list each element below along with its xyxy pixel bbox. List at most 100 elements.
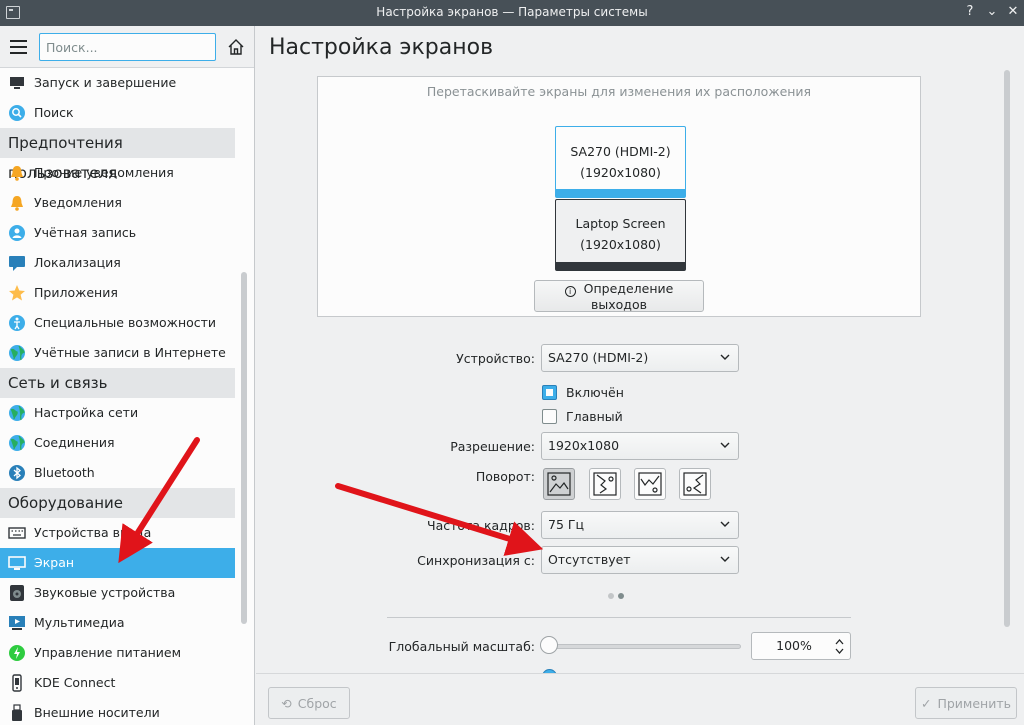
chevron-up-icon[interactable] <box>835 639 844 645</box>
sidebar-item[interactable]: Приложения <box>0 278 235 308</box>
identify-outputs-button[interactable]: i Определение выходов <box>534 280 704 312</box>
sidebar-item[interactable]: KDE Connect <box>0 668 235 698</box>
output-arrangement-area: Перетаскивайте экраны для изменения их р… <box>317 76 921 317</box>
sidebar-item[interactable]: Мультимедиа <box>0 608 235 638</box>
sidebar-item-label: Приложения <box>34 285 118 300</box>
rotation-left-button[interactable] <box>589 468 621 500</box>
sidebar-item-label: Прочие уведомления <box>34 165 174 180</box>
identify-outputs-label: Определение выходов <box>583 281 674 312</box>
sync-value: Отсутствует <box>548 552 631 567</box>
monitor-icon <box>10 77 24 89</box>
footer-bar: ⟲ Сброс ✓ Применить <box>256 673 1024 725</box>
sidebar-item-label: Устройства ввода <box>34 525 152 540</box>
primary-checkbox[interactable] <box>542 409 557 424</box>
enabled-label: Включён <box>566 385 624 400</box>
global-scale-label: Глобальный масштаб: <box>388 639 535 654</box>
global-scale-slider-handle[interactable] <box>540 636 558 654</box>
chevron-down-icon[interactable] <box>835 648 844 654</box>
sidebar-item[interactable]: Прочие уведомления <box>0 158 235 188</box>
chevron-down-icon <box>720 354 730 360</box>
sidebar-item-label: KDE Connect <box>34 675 116 690</box>
apply-label: Применить <box>937 695 1011 711</box>
sidebar-item-label: Bluetooth <box>34 465 95 480</box>
sidebar-item-label: Локализация <box>34 255 121 270</box>
sidebar-item-label: Мультимедиа <box>34 615 125 630</box>
arrangement-hint: Перетаскивайте экраны для изменения их р… <box>426 84 812 99</box>
home-icon[interactable] <box>227 38 245 56</box>
global-scale-spinbox[interactable]: 100% <box>751 632 851 660</box>
sidebar-item[interactable]: Звуковые устройства <box>0 578 235 608</box>
sidebar-item[interactable]: Уведомления <box>0 188 235 218</box>
sidebar-item[interactable]: Bluetooth <box>0 458 235 488</box>
resolution-combobox[interactable]: 1920x1080 <box>541 432 739 460</box>
output-sa270[interactable]: SA270 (HDMI-2) (1920x1080) <box>555 126 686 198</box>
info-icon: i <box>564 286 576 297</box>
refresh-rate-combobox[interactable]: 75 Гц <box>541 511 739 539</box>
sidebar-item[interactable]: Настройка сети <box>0 398 235 428</box>
page-title: Настройка экранов <box>269 35 494 60</box>
undo-icon: ⟲ <box>281 695 292 711</box>
close-button[interactable]: ✕ <box>1004 3 1022 21</box>
apply-button[interactable]: ✓ Применить <box>915 687 1017 719</box>
rotation-inverted-button[interactable] <box>634 468 666 500</box>
sidebar: Запуск и завершение Поиск Предпочтения пол… <box>0 26 255 725</box>
globe-icon <box>9 345 25 361</box>
rotation-normal-button[interactable] <box>543 468 575 500</box>
sidebar-item-selected[interactable]: Экран <box>0 548 235 578</box>
rotate-normal-icon <box>547 472 571 496</box>
page-dot-current[interactable] <box>618 593 624 599</box>
enabled-checkbox[interactable] <box>542 385 557 400</box>
sidebar-item[interactable]: Локализация <box>0 248 235 278</box>
sidebar-category: Оборудование <box>0 488 235 518</box>
resolution-label: Разрешение: <box>450 439 535 454</box>
sidebar-category: Предпочтения пользователя <box>0 128 235 182</box>
sync-combobox[interactable]: Отсутствует <box>541 546 739 574</box>
global-scale-slider[interactable] <box>548 644 741 649</box>
rotation-label: Поворот: <box>475 469 535 484</box>
sidebar-item[interactable]: Поиск <box>0 98 235 128</box>
hamburger-menu-icon[interactable] <box>10 40 27 54</box>
chevron-down-icon <box>720 442 730 448</box>
reset-button[interactable]: ⟲ Сброс <box>268 687 350 719</box>
main-scrollbar[interactable] <box>1004 70 1010 627</box>
device-label: Устройство: <box>456 351 535 366</box>
output-bar <box>556 189 685 197</box>
output-bar <box>556 262 685 270</box>
output-laptop-screen[interactable]: Laptop Screen (1920x1080) <box>555 199 686 271</box>
sidebar-item[interactable]: Запуск и завершение <box>0 68 235 98</box>
page-dot[interactable] <box>608 593 614 599</box>
sidebar-item-label: Управление питанием <box>34 645 182 660</box>
sidebar-scrollbar[interactable] <box>241 272 247 624</box>
resolution-value: 1920x1080 <box>548 438 620 453</box>
sidebar-item-label: Поиск <box>34 105 74 120</box>
sidebar-item[interactable]: Внешние носители <box>0 698 235 725</box>
speaker-icon <box>10 585 24 601</box>
output-name: SA270 (HDMI-2) <box>570 144 671 159</box>
bluetooth-icon <box>9 465 25 481</box>
sidebar-item-label: Запуск и завершение <box>34 75 177 90</box>
bell-icon <box>11 196 23 211</box>
bell-icon <box>11 166 23 181</box>
sidebar-item-label: Соединения <box>34 435 115 450</box>
sidebar-item[interactable]: Соединения <box>0 428 235 458</box>
device-combobox[interactable]: SA270 (HDMI-2) <box>541 344 739 372</box>
globe-icon <box>9 435 25 451</box>
sidebar-nav-list: Запуск и завершение Поиск Предпочтения пол… <box>0 68 235 725</box>
sidebar-item-label: Учётные записи в Интернете <box>34 345 226 360</box>
sidebar-item[interactable]: Учётные записи в Интернете <box>0 338 235 368</box>
reset-label: Сброс <box>297 695 337 711</box>
rotation-right-button[interactable] <box>679 468 711 500</box>
window-titlebar: Настройка экранов — Параметры системы ? … <box>0 0 1024 26</box>
minimize-button[interactable]: ⌄ <box>983 3 1001 21</box>
help-button[interactable]: ? <box>961 3 979 21</box>
sidebar-item[interactable]: Устройства ввода <box>0 518 235 548</box>
sidebar-item[interactable]: Учётная запись <box>0 218 235 248</box>
primary-label: Главный <box>566 409 623 424</box>
sidebar-item-label: Специальные возможности <box>34 315 217 330</box>
page-indicator <box>608 587 628 602</box>
sidebar-item[interactable]: Управление питанием <box>0 638 235 668</box>
search-input[interactable] <box>39 33 216 61</box>
power-icon <box>9 645 25 661</box>
sidebar-item[interactable]: Специальные возможности <box>0 308 235 338</box>
user-icon <box>9 225 25 241</box>
